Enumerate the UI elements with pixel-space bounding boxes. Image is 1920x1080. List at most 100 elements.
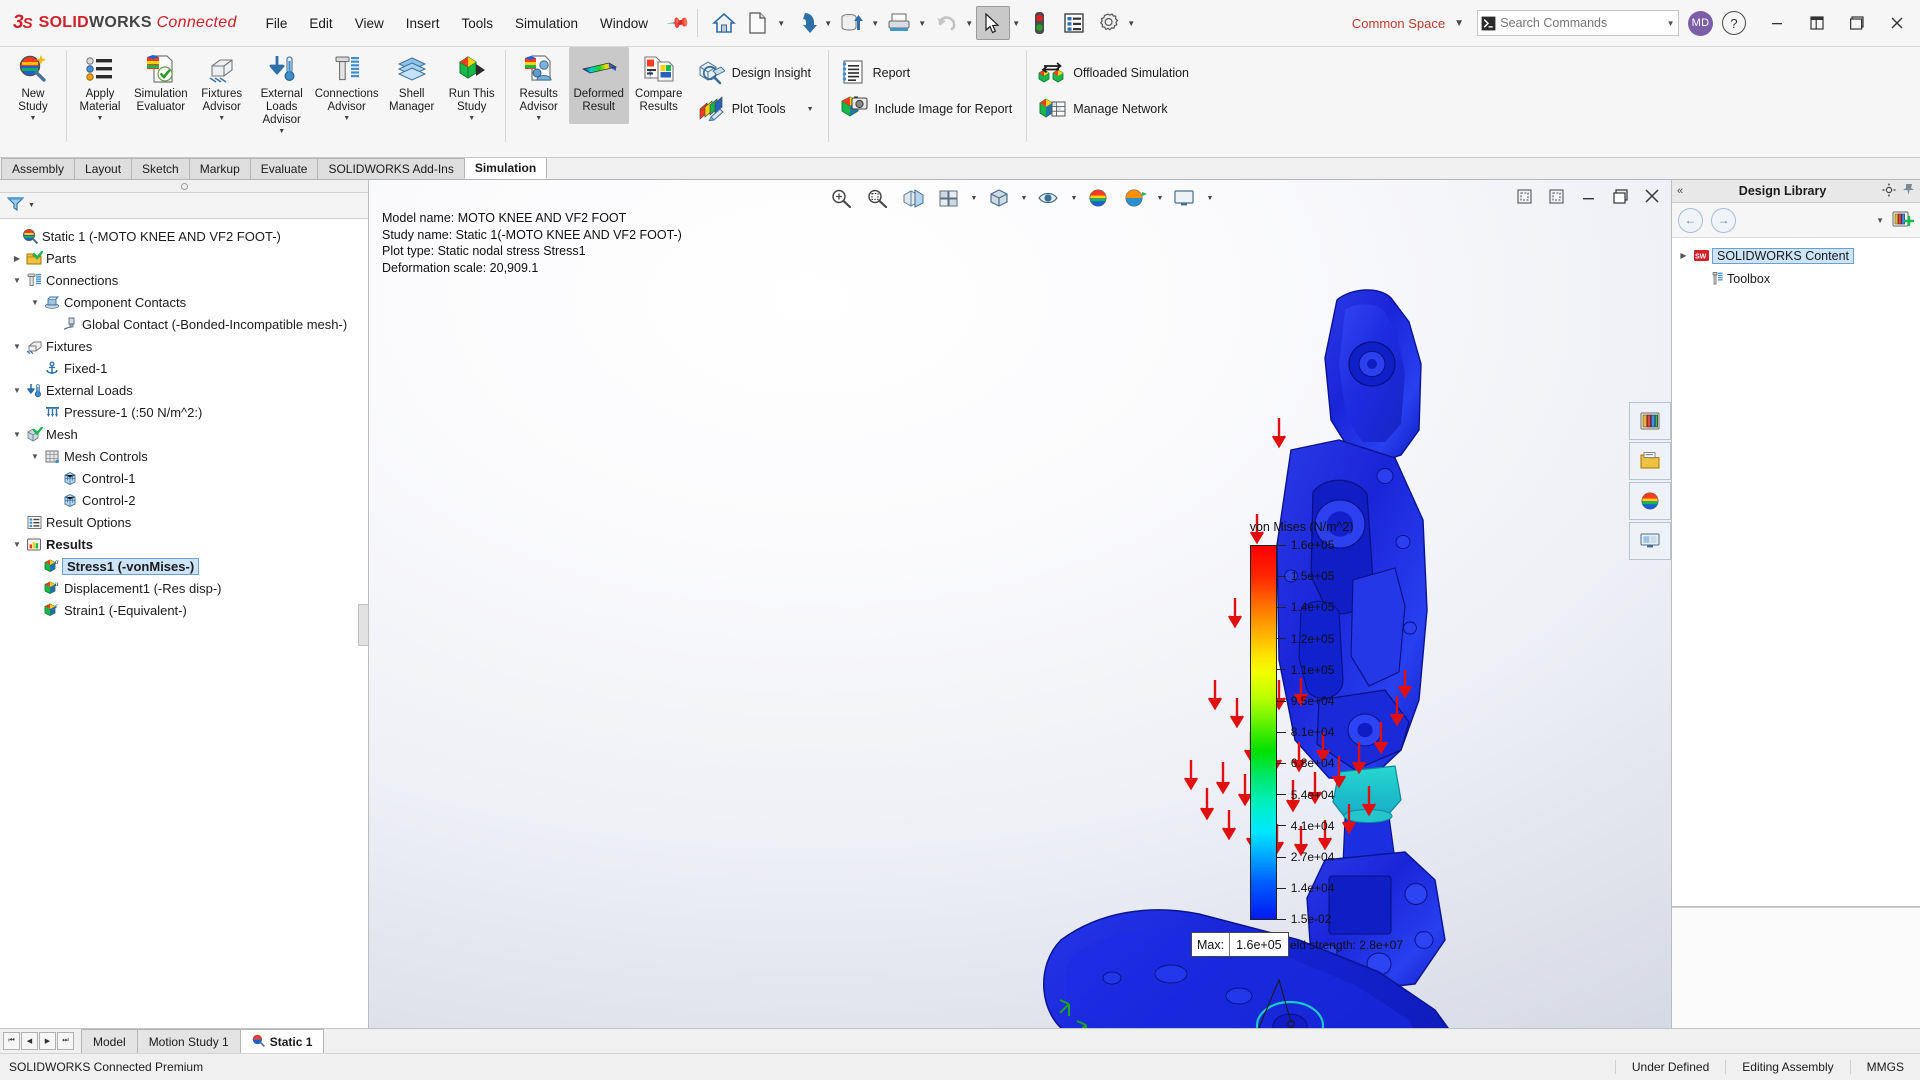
view-settings-icon[interactable] xyxy=(1168,183,1202,213)
print-dropdown[interactable]: ▼ xyxy=(916,6,929,40)
open-dropdown[interactable]: ▼ xyxy=(822,6,835,40)
view-settings-dropdown[interactable]: ▼ xyxy=(1204,183,1216,213)
tree-twisty-parts[interactable]: ▶ xyxy=(10,254,24,263)
tab-simulation[interactable]: Simulation xyxy=(463,156,548,179)
tree-item-fixed-1[interactable]: Fixed-1 xyxy=(0,357,368,379)
manage-network-button[interactable]: Manage Network xyxy=(1034,91,1196,127)
tab-nav-next[interactable]: ▶ xyxy=(39,1032,56,1050)
window-close-button[interactable] xyxy=(1878,8,1916,38)
tree-item-control-2[interactable]: Control-2 xyxy=(0,489,368,511)
deformed-result-button[interactable]: Deformed Result xyxy=(568,47,629,124)
back-arrow-icon[interactable]: ← xyxy=(1678,207,1703,233)
save-dropdown[interactable]: ▼ xyxy=(869,6,882,40)
menu-insert[interactable]: Insert xyxy=(395,10,451,37)
gear-icon[interactable] xyxy=(1882,183,1896,200)
rebuild-icon[interactable] xyxy=(1023,6,1057,40)
simulation-evaluator-button[interactable]: Simulation Evaluator xyxy=(130,47,192,124)
tab-assembly[interactable]: Assembly xyxy=(1,158,76,179)
search-input[interactable] xyxy=(1498,15,1664,31)
chevron-left-icon[interactable]: « xyxy=(1677,185,1683,197)
pin-icon[interactable] xyxy=(1902,183,1915,199)
forward-arrow-icon[interactable]: → xyxy=(1711,207,1736,233)
tree-item-mesh-controls[interactable]: ▼ Mesh Controls xyxy=(0,445,368,467)
apply-material-dropdown-icon[interactable]: ▼ xyxy=(97,115,104,124)
menu-view[interactable]: View xyxy=(344,10,395,37)
library-twisty[interactable]: ▶ xyxy=(1676,251,1691,260)
tree-twisty-connections[interactable]: ▼ xyxy=(10,276,24,285)
viewport-minimize-icon[interactable] xyxy=(1573,182,1603,210)
tree-item-control-1[interactable]: Control-1 xyxy=(0,467,368,489)
tab-markup[interactable]: Markup xyxy=(188,158,251,179)
tree-item-mesh[interactable]: ▼ Mesh xyxy=(0,423,368,445)
settings-gear-icon[interactable] xyxy=(1091,6,1125,40)
viewport-restore-icon[interactable] xyxy=(1605,182,1635,210)
new-document-icon[interactable] xyxy=(741,6,775,40)
print-icon[interactable] xyxy=(882,6,916,40)
tree-item-global-contact[interactable]: Global Contact (-Bonded-Incompatible mes… xyxy=(0,313,368,335)
tree-item-component-contacts[interactable]: ▼ Component Contacts xyxy=(0,291,368,313)
common-space-selector[interactable]: Common Space ▼ xyxy=(1345,12,1471,35)
library-item-toolbox[interactable]: Toolbox xyxy=(1672,267,1920,290)
shell-manager-button[interactable]: Shell Manager xyxy=(382,47,442,124)
add-to-library-icon[interactable] xyxy=(1892,209,1915,232)
design-library-icon[interactable] xyxy=(1629,402,1671,440)
tree-item-stress1[interactable]: σ Stress1 (-vonMises-) xyxy=(0,555,368,577)
undo-dropdown[interactable]: ▼ xyxy=(963,6,976,40)
tab-layout[interactable]: Layout xyxy=(74,158,133,179)
tree-item-results[interactable]: ▼ Results xyxy=(0,533,368,555)
filter-funnel-icon[interactable] xyxy=(6,196,25,215)
hide-show-dropdown[interactable]: ▼ xyxy=(1068,183,1080,213)
tree-twisty-fixtures[interactable]: ▼ xyxy=(10,342,24,351)
tree-item-displacement1[interactable]: u Displacement1 (-Res disp-) xyxy=(0,577,368,599)
fea-model-graphic[interactable] xyxy=(679,280,1671,1028)
connections-advisor-button[interactable]: Connections Advisor ▼ xyxy=(312,47,382,124)
include-image-for-report-button[interactable]: Include Image for Report xyxy=(836,91,1020,127)
max-value-callout[interactable]: Max: 1.6e+05 xyxy=(1191,932,1289,957)
appearances-icon[interactable] xyxy=(1082,183,1116,213)
doc-tab-model[interactable]: Model xyxy=(81,1029,138,1053)
run-this-study-button[interactable]: Run This Study ▼ xyxy=(442,47,502,124)
search-commands-box[interactable]: ▼ xyxy=(1477,10,1679,36)
tree-item-fixtures[interactable]: ▼ Fixtures xyxy=(0,335,368,357)
select-dropdown[interactable]: ▼ xyxy=(1010,6,1023,40)
tree-twisty-component-contacts[interactable]: ▼ xyxy=(28,298,42,307)
external-loads-advisor-button[interactable]: External Loads Advisor ▼ xyxy=(252,47,312,137)
appearances-scenes-icon[interactable] xyxy=(1629,482,1671,520)
scene-dropdown[interactable]: ▼ xyxy=(1154,183,1166,213)
tree-item-external-loads[interactable]: ▼ External Loads xyxy=(0,379,368,401)
hide-show-icon[interactable] xyxy=(1032,183,1066,213)
window-restore-button[interactable] xyxy=(1798,8,1836,38)
fixtures-advisor-button[interactable]: Fixtures Advisor ▼ xyxy=(192,47,252,124)
results-advisor-button[interactable]: Results Advisor ▼ xyxy=(509,47,569,124)
doc-tab-motion-study-1[interactable]: Motion Study 1 xyxy=(136,1029,241,1053)
viewport-maximize-icon[interactable] xyxy=(1541,182,1571,210)
results-advisor-dropdown-icon[interactable]: ▼ xyxy=(535,115,542,124)
design-insight-button[interactable]: Design Insight xyxy=(693,55,821,91)
status-units[interactable]: MMGS xyxy=(1849,1060,1920,1074)
tree-item-parts[interactable]: ▶ Parts xyxy=(0,247,368,269)
view-orientation-dropdown[interactable]: ▼ xyxy=(968,183,980,213)
zoom-area-icon[interactable] xyxy=(860,183,894,213)
compare-results-button[interactable]: ? Compare Results xyxy=(629,47,689,124)
open-icon[interactable] xyxy=(788,6,822,40)
tab-sketch[interactable]: Sketch xyxy=(131,158,190,179)
tab-nav-prev[interactable]: ◀ xyxy=(21,1032,38,1050)
menu-edit[interactable]: Edit xyxy=(298,10,343,37)
display-style-icon[interactable] xyxy=(982,183,1016,213)
tree-item-result-options[interactable]: Result Options xyxy=(0,511,368,533)
library-item-solidworks-content[interactable]: ▶ SW SOLIDWORKS Content xyxy=(1672,244,1920,267)
tree-twisty-mesh-controls[interactable]: ▼ xyxy=(28,452,42,461)
tree-splitter-handle[interactable] xyxy=(0,180,368,193)
tree-item-static-study[interactable]: Static 1 (-MOTO KNEE AND VF2 FOOT-) xyxy=(0,225,368,247)
display-style-dropdown[interactable]: ▼ xyxy=(1018,183,1030,213)
section-view-icon[interactable] xyxy=(896,183,930,213)
tree-item-pressure-1[interactable]: Pressure-1 (:50 N/m^2:) xyxy=(0,401,368,423)
tree-twisty-results[interactable]: ▼ xyxy=(10,540,24,549)
viewport-restore-down-icon[interactable] xyxy=(1509,182,1539,210)
window-maximize-button[interactable] xyxy=(1838,8,1876,38)
tab-evaluate[interactable]: Evaluate xyxy=(249,158,319,179)
save-icon[interactable] xyxy=(835,6,869,40)
chevron-down-icon[interactable]: ▼ xyxy=(1876,216,1884,225)
help-icon[interactable]: ? xyxy=(1722,11,1746,35)
run-this-study-dropdown-icon[interactable]: ▼ xyxy=(468,115,475,124)
